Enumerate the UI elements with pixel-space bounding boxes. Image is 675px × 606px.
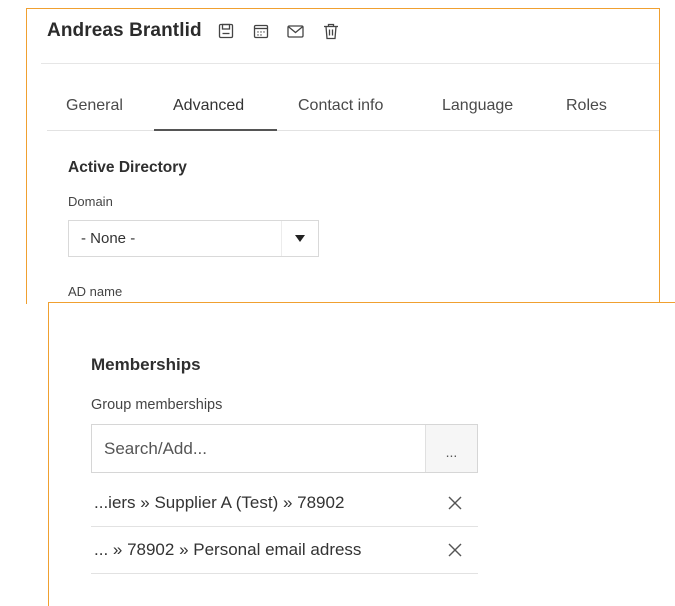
active-tab-indicator — [154, 129, 277, 131]
membership-item: ... » 78902 » Personal email adress — [91, 527, 478, 574]
save-icon[interactable] — [215, 20, 237, 42]
membership-list: ...iers » Supplier A (Test) » 78902 ... … — [91, 480, 478, 574]
tab-advanced[interactable]: Advanced — [173, 97, 244, 115]
title-bar: Andreas Brantlid — [47, 20, 342, 42]
close-icon[interactable] — [446, 494, 464, 512]
memberships-heading: Memberships — [91, 355, 201, 374]
caret-down-icon[interactable] — [281, 221, 318, 256]
email-icon[interactable] — [285, 20, 307, 42]
page-title: Andreas Brantlid — [47, 20, 202, 41]
calendar-icon[interactable] — [250, 20, 272, 42]
domain-select[interactable]: - None - — [68, 220, 319, 257]
browse-groups-button[interactable]: ... — [425, 425, 477, 472]
ad-name-label: AD name — [68, 284, 123, 299]
membership-label: ... » 78902 » Personal email adress — [94, 540, 362, 559]
group-search-input[interactable] — [92, 425, 478, 472]
tab-bar: General Advanced Contact info Language R… — [47, 87, 659, 131]
trash-icon[interactable] — [320, 20, 342, 42]
memberships-panel: Memberships Group memberships ... ...ier… — [48, 302, 675, 606]
membership-item: ...iers » Supplier A (Test) » 78902 — [91, 480, 478, 527]
tab-general[interactable]: General — [66, 97, 123, 115]
active-directory-heading: Active Directory — [68, 159, 187, 176]
tab-contact-info[interactable]: Contact info — [298, 97, 383, 115]
close-icon[interactable] — [446, 541, 464, 559]
title-divider — [41, 63, 659, 64]
tab-roles[interactable]: Roles — [566, 97, 607, 115]
group-memberships-label: Group memberships — [91, 397, 223, 413]
domain-select-value: - None - — [81, 230, 136, 247]
tab-language[interactable]: Language — [442, 97, 513, 115]
user-editor-panel: Andreas Brantlid General Advanced Contac… — [26, 8, 660, 304]
domain-label: Domain — [68, 194, 113, 209]
group-search-field: ... — [91, 424, 478, 473]
membership-label: ...iers » Supplier A (Test) » 78902 — [94, 493, 345, 512]
